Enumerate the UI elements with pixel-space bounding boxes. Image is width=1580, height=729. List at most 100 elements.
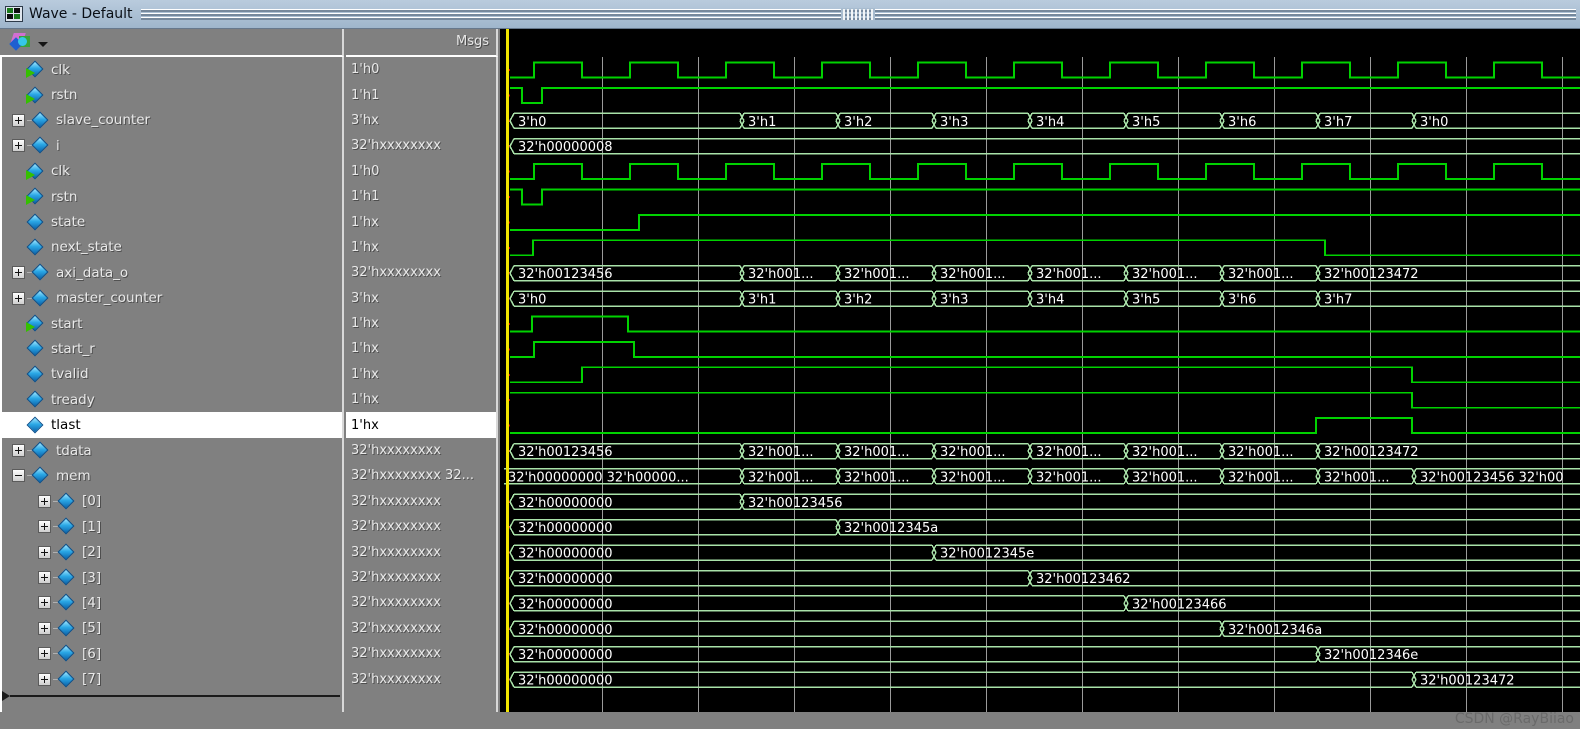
signal-name-label: axi_data_o — [56, 264, 129, 281]
bus-value-label: 3'h2 — [844, 293, 872, 308]
signal-value-row-master_counter[interactable]: 3'hx — [346, 286, 496, 311]
wave-window: Wave - Default Msgs clk rstn slave_counter… — [0, 0, 1580, 729]
waveform-pane[interactable]: 3'h0 3'h1 3'h2 3'h3 3'h4 3'h5 3'h6 3'h7 3'h0 32'h… — [500, 57, 1580, 712]
expand-icon[interactable] — [38, 647, 51, 661]
wave-objects-icon[interactable] — [9, 33, 32, 51]
signal-row-rstn[interactable]: rstn — [2, 82, 342, 107]
signal-row-3[interactable]: [3] — [2, 565, 342, 590]
cursor-marker[interactable] — [506, 29, 509, 57]
signal-value-row-slave_counter[interactable]: 3'hx — [346, 108, 496, 133]
signal-value-row-clk[interactable]: 1'h0 — [346, 159, 496, 184]
bus-segment: 32'h001... — [1027, 468, 1129, 485]
names-column-header[interactable] — [0, 29, 344, 57]
bus-value-label: 3'h7 — [1324, 115, 1352, 130]
signal-value-row-axi_data_o[interactable]: 32'hxxxxxxxx — [346, 260, 496, 285]
window-title-bar[interactable]: Wave - Default — [0, 0, 1580, 29]
signal-row-0[interactable]: [0] — [2, 489, 342, 514]
signal-value-row-6[interactable]: 32'hxxxxxxxx — [346, 641, 496, 666]
signal-name-label: tvalid — [51, 366, 89, 383]
signal-row-tdata[interactable]: tdata — [2, 438, 342, 463]
expand-icon[interactable] — [38, 672, 51, 686]
signal-row-slave_counter[interactable]: slave_counter — [2, 108, 342, 133]
msgs-column-header[interactable]: Msgs — [346, 29, 498, 57]
signal-row-clk[interactable]: clk — [2, 57, 342, 82]
signal-row-master_counter[interactable]: master_counter — [2, 286, 342, 311]
bus-segment: 32'h001... — [931, 264, 1033, 282]
signal-value-row-tdata[interactable]: 32'hxxxxxxxx — [346, 438, 496, 463]
chevron-down-icon[interactable] — [38, 41, 48, 47]
bus-value-label: 32'h00123472 — [1324, 445, 1419, 460]
waveform-canvas[interactable]: 3'h0 3'h1 3'h2 3'h3 3'h4 3'h5 3'h6 3'h7 3'h0 32'h… — [500, 57, 1580, 712]
signal-row-mem[interactable]: mem — [2, 463, 342, 488]
collapse-icon[interactable] — [12, 469, 25, 483]
signal-value-row-tlast[interactable]: 1'hx — [346, 412, 496, 438]
signal-value-row-5[interactable]: 32'hxxxxxxxx — [346, 616, 496, 641]
expand-icon[interactable] — [38, 494, 51, 508]
signal-diamond-icon — [26, 365, 44, 383]
signal-diamond-icon — [31, 289, 49, 307]
signal-row-7[interactable]: [7] — [2, 666, 342, 691]
signal-row-tlast[interactable]: tlast — [2, 412, 342, 438]
signal-row-tvalid[interactable]: tvalid — [2, 362, 342, 387]
signal-row-5[interactable]: [5] — [2, 616, 342, 641]
expand-icon[interactable] — [12, 444, 25, 458]
signal-row-2[interactable]: [2] — [2, 539, 342, 564]
bus-value-label: 32'h001... — [1036, 445, 1102, 460]
signal-value-label: 1'h0 — [351, 163, 380, 179]
signal-row-axi_data_o[interactable]: axi_data_o — [2, 260, 342, 285]
expand-icon[interactable] — [38, 621, 51, 635]
expand-icon[interactable] — [38, 520, 51, 534]
signal-diamond-icon — [31, 111, 49, 129]
bus-segment: 32'h001... — [739, 442, 841, 460]
signal-row-state[interactable]: state — [2, 209, 342, 234]
signal-value-label: 32'hxxxxxxxx — [351, 138, 441, 154]
signal-value-row-4[interactable]: 32'hxxxxxxxx — [346, 590, 496, 615]
signal-row-rstn[interactable]: rstn — [2, 184, 342, 209]
titlebar-grip[interactable] — [140, 7, 1576, 21]
signal-value-row-tready[interactable]: 1'hx — [346, 387, 496, 412]
signal-row-start[interactable]: start — [2, 311, 342, 336]
signal-row-next_state[interactable]: next_state — [2, 235, 342, 260]
signal-value-row-tvalid[interactable]: 1'hx — [346, 362, 496, 387]
signal-value-label: 32'hxxxxxxxx — [351, 544, 441, 560]
bus-segment: 3'h6 — [1219, 290, 1321, 308]
signal-value-row-rstn[interactable]: 1'h1 — [346, 184, 496, 209]
signal-names-pane[interactable]: clk rstn slave_counter i clk rstn state next_st… — [0, 57, 344, 712]
signal-value-label: 32'hxxxxxxxx — [351, 595, 441, 611]
signal-value-row-clk[interactable]: 1'h0 — [346, 57, 496, 82]
expand-icon[interactable] — [12, 266, 25, 280]
signal-value-row-3[interactable]: 32'hxxxxxxxx — [346, 565, 496, 590]
signal-row-i[interactable]: i — [2, 133, 342, 158]
signal-row-tready[interactable]: tready — [2, 387, 342, 412]
signal-value-row-next_state[interactable]: 1'hx — [346, 235, 496, 260]
signal-value-row-rstn[interactable]: 1'h1 — [346, 82, 496, 107]
signal-row-1[interactable]: [1] — [2, 514, 342, 539]
signal-diamond-icon — [26, 187, 44, 206]
wave-column-header[interactable] — [500, 29, 1580, 57]
bus-segment: 32'h00000000 — [509, 518, 841, 536]
signal-row-4[interactable]: [4] — [2, 590, 342, 615]
signal-values-pane[interactable]: 1'h0 1'h1 3'hx 32'hxxxxxxxx 1'h0 1'h1 1'hx 1'hx… — [346, 57, 498, 712]
expand-icon[interactable] — [12, 291, 25, 305]
signal-value-row-mem[interactable]: 32'hxxxxxxxx 32... — [346, 463, 496, 488]
signal-value-row-start[interactable]: 1'hx — [346, 311, 496, 336]
expand-icon[interactable] — [38, 596, 51, 610]
expand-icon[interactable] — [12, 139, 25, 153]
signal-value-row-1[interactable]: 32'hxxxxxxxx — [346, 514, 496, 539]
bus-value-label: 3'h1 — [748, 293, 776, 308]
signal-value-row-i[interactable]: 32'hxxxxxxxx — [346, 133, 496, 158]
bus-segment: 32'h00000000 32'h00000... — [504, 468, 745, 485]
signal-value-row-7[interactable]: 32'hxxxxxxxx — [346, 666, 496, 691]
signal-value-row-0[interactable]: 32'hxxxxxxxx — [346, 489, 496, 514]
names-horizontal-scrollbar[interactable] — [2, 691, 342, 701]
expand-icon[interactable] — [12, 113, 25, 127]
signal-row-start_r[interactable]: start_r — [2, 336, 342, 361]
signal-value-row-start_r[interactable]: 1'hx — [346, 336, 496, 361]
signal-row-clk[interactable]: clk — [2, 159, 342, 184]
expand-icon[interactable] — [38, 571, 51, 584]
expand-icon[interactable] — [38, 545, 51, 559]
bus-segment: 3'h3 — [931, 290, 1033, 308]
signal-row-6[interactable]: [6] — [2, 641, 342, 666]
signal-value-row-state[interactable]: 1'hx — [346, 209, 496, 234]
signal-value-row-2[interactable]: 32'hxxxxxxxx — [346, 539, 496, 564]
